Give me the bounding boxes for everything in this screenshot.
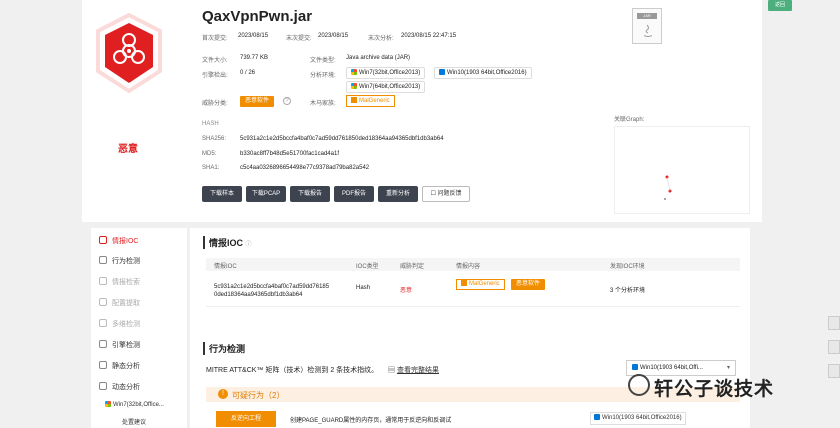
th-verdict: 威胁判定 — [400, 264, 425, 270]
mitre-summary: MITRE ATT&CK™ 矩阵（技术）检测到 2 条技术指纹。 — [206, 367, 379, 374]
sha1-label: SHA1: — [202, 165, 220, 171]
engine-label: 引擎检出: — [202, 73, 228, 79]
multidim-icon — [99, 319, 107, 327]
side-float-button[interactable] — [828, 340, 840, 354]
sha1-value: c5c4aa0326896654498e77c9378ad79ba82a542 — [240, 165, 370, 171]
graph-label: 关联Graph: — [614, 117, 645, 123]
sha256-label: SHA256: — [202, 136, 227, 142]
env-tag-win7-32[interactable]: Win7(32bit,Office2013) — [346, 67, 426, 79]
sidebar-item-intel-search[interactable]: 情报检索 — [99, 277, 140, 287]
reanalyze-button[interactable]: 重新分析 — [378, 186, 418, 202]
malicious-shield-icon — [94, 12, 164, 94]
ioc-family-tag[interactable]: MalGeneric — [456, 279, 505, 290]
first-submit-value: 2023/08/15 — [238, 33, 269, 39]
ioc-icon — [99, 236, 107, 244]
sha256-value: 5c931a2c1e2d5bccfa4baf0c7ad59dd761850ded… — [240, 136, 444, 142]
ioc-hash-line2[interactable]: 0ded18364aa94365dbf1db3ab64 — [214, 292, 302, 298]
feedback-icon: ☐ — [430, 191, 438, 197]
watermark-text: 轩公子谈技术 — [654, 379, 775, 400]
threat-class-badge: 恶意软件 — [240, 96, 275, 107]
side-float-button[interactable] — [828, 364, 840, 378]
verdict-label: 恶意 — [118, 144, 138, 155]
help-icon[interactable]: ⓘ — [246, 242, 252, 248]
ioc-verdict: 恶意 — [400, 288, 413, 294]
config-icon — [99, 298, 107, 306]
search-icon — [99, 277, 107, 285]
win10-icon — [594, 414, 600, 420]
download-report-button[interactable]: 下载报告 — [290, 186, 330, 202]
threat-class-label: 威胁分类: — [202, 101, 228, 107]
hash-heading: HASH — [202, 121, 219, 127]
ioc-env-count[interactable]: 3 个分析环境 — [610, 285, 645, 294]
env-label: 分析环境: — [310, 73, 336, 79]
th-content: 情报内容 — [456, 264, 481, 270]
sidebar-item-engine[interactable]: 引擎检测 — [99, 340, 140, 350]
anti-reverse-button[interactable]: 反逆向工程 — [216, 411, 276, 427]
dynamic-icon — [99, 382, 107, 390]
env-tag-win7-64[interactable]: Win7(64bit,Office2013) — [346, 81, 426, 93]
last-analysis-value: 2023/08/15 22:47:15 — [401, 33, 457, 39]
tag-icon — [351, 97, 357, 103]
family-label: 木马家族: — [310, 101, 336, 107]
ioc-hash-line1[interactable]: 5c931a2c1e2d5bccfa4baf0c7ad59dd76185 — [214, 284, 329, 290]
sidebar-item-static[interactable]: 静态分析 — [99, 361, 140, 371]
first-submit-label: 首次提交: — [202, 36, 228, 42]
sidebar-item-behavior[interactable]: 行为检测 — [99, 256, 140, 266]
sidebar-item-config[interactable]: 配置提取 — [99, 298, 140, 308]
engine-value: 0 / 26 — [240, 70, 256, 76]
pdf-report-button[interactable]: PDF报告 — [334, 186, 374, 202]
ioc-section-title: 情报IOC ⓘ — [203, 236, 252, 249]
env-tag-win10[interactable]: Win10(1903 64bit,Office2016) — [434, 67, 532, 79]
sidebar-item-multidim[interactable]: 多维检测 — [99, 319, 140, 329]
behavior-section-title: 行为检测 — [203, 342, 245, 355]
md5-label: MD5: — [202, 151, 217, 157]
sidebar-sub-item[interactable]: 处置建议 — [122, 417, 146, 426]
chevron-down-icon: ▾ — [726, 365, 730, 371]
back-badge[interactable]: 返回 — [768, 0, 792, 11]
behavior-description: 创建PAGE_GUARD属性的内存页，通常用于反逆向和反调试 — [290, 418, 452, 424]
download-pcap-button[interactable]: 下载PCAP — [246, 186, 286, 202]
sidebar-sub-env[interactable]: Win7(32bit,Office... — [105, 401, 164, 408]
win10-icon — [439, 69, 445, 75]
download-sample-button[interactable]: 下载样本 — [202, 186, 242, 202]
full-result-link[interactable]: ▤ 查看完整结果 — [388, 365, 439, 375]
relation-graph[interactable] — [614, 126, 750, 214]
behavior-icon — [99, 256, 107, 264]
static-icon — [99, 361, 107, 369]
tag-icon — [461, 280, 467, 286]
md5-value: b330ac8ff7b48d5e51700fac1cad4a1f — [240, 151, 339, 157]
size-value: 739.77 KB — [240, 55, 269, 61]
th-ioc: 情报IOC — [214, 264, 237, 270]
file-title: QaxVpnPwn.jar — [202, 8, 313, 25]
warning-icon: ! — [218, 389, 228, 399]
list-icon: ▤ — [388, 367, 397, 374]
engine-icon — [99, 340, 107, 348]
help-icon[interactable]: ? — [283, 97, 291, 105]
last-submit-label: 末次提交: — [286, 36, 312, 42]
ioc-class-badge: 恶意软件 — [511, 279, 546, 290]
wechat-logo-icon — [628, 374, 650, 396]
suspicious-label: 可疑行为（2） — [232, 391, 285, 400]
type-value: Java archive data (JAR) — [346, 55, 411, 61]
win7-icon — [351, 69, 357, 75]
jar-badge: JAR — [637, 13, 657, 19]
feedback-button[interactable]: ☐ 问题反馈 — [422, 186, 470, 202]
desc-env-tag[interactable]: Win10(1903 64bit,Office2016) — [590, 412, 686, 425]
last-analysis-label: 末次分析: — [368, 36, 394, 42]
jar-file-icon: JAR — [632, 8, 662, 44]
th-type: IOC类型 — [356, 264, 379, 270]
ioc-type: Hash — [356, 285, 371, 291]
family-tag[interactable]: MalGeneric — [346, 95, 395, 107]
win10-icon — [632, 364, 638, 370]
sidebar-item-ioc[interactable]: 情报IOC — [99, 236, 138, 246]
row-divider — [206, 306, 740, 307]
th-env: 发现IOC环境 — [610, 264, 645, 270]
last-submit-value: 2023/08/15 — [318, 33, 349, 39]
size-label: 文件大小: — [202, 58, 228, 64]
side-float-button[interactable] — [828, 316, 840, 330]
win7-icon — [105, 401, 111, 407]
type-label: 文件类型: — [310, 58, 336, 64]
win7-icon — [351, 83, 357, 89]
sidebar-item-dynamic[interactable]: 动态分析 — [99, 382, 140, 392]
